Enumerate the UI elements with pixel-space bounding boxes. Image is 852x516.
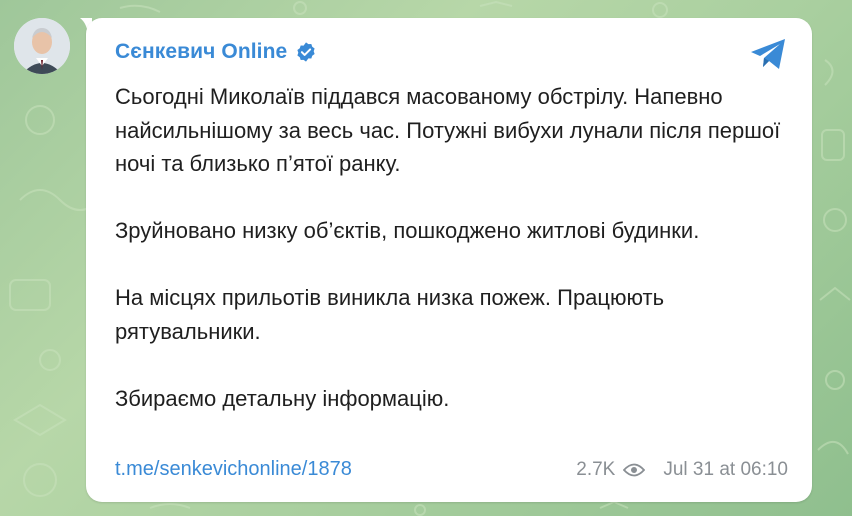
- message-header: Сєнкевич Online: [115, 40, 317, 64]
- channel-avatar[interactable]: [14, 18, 70, 74]
- eye-icon: [623, 463, 646, 476]
- avatar-portrait: [14, 18, 70, 74]
- message-footer: t.me/senkevichonline/1878 2.7K Jul 31 at…: [115, 458, 788, 481]
- verified-check-icon: [297, 42, 315, 62]
- post-link[interactable]: t.me/senkevichonline/1878: [115, 458, 352, 481]
- views-count: 2.7K: [576, 458, 616, 480]
- post-date: Jul 31 at 06:10: [663, 458, 788, 480]
- message-paragraph: Сьогодні Миколаїв піддався масованому об…: [115, 84, 781, 176]
- message-paragraph: Збираємо детальну інформацію.: [115, 385, 450, 411]
- message-paragraph: Зруйновано низку об’єктів, пошкоджено жи…: [115, 218, 700, 243]
- channel-name[interactable]: Сєнкевич Online: [115, 40, 287, 64]
- chat-background: Сєнкевич Online Сьогодні Миколаїв піддав…: [0, 0, 852, 516]
- message-meta: 2.7K Jul 31 at 06:10: [576, 459, 788, 481]
- message-text: Сьогодні Миколаїв піддався масованому об…: [115, 80, 795, 415]
- message-bubble: Сєнкевич Online Сьогодні Миколаїв піддав…: [86, 18, 812, 502]
- message-paragraph: На місцях прильотів виникла низка пожеж.…: [115, 285, 665, 344]
- telegram-share-icon[interactable]: [748, 36, 788, 72]
